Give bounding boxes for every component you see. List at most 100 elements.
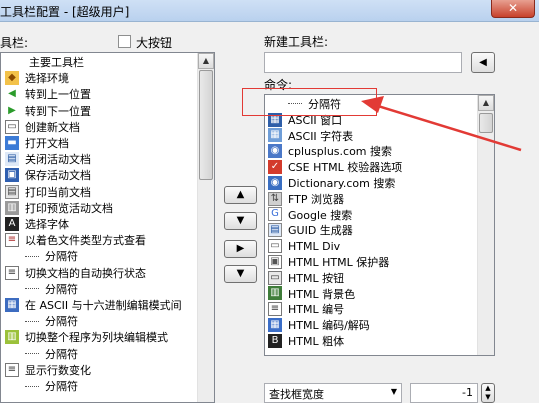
command-item-item[interactable]: ▤ GUID 生成器 [268, 222, 353, 238]
left-scroll-up-button[interactable]: ▲ [198, 53, 214, 69]
command-item-item[interactable]: ▦ ASCII 字符表 [268, 128, 353, 144]
toolbar-item-item[interactable]: ▤ 关闭活动文档 [5, 151, 91, 167]
move-down-alt-button[interactable]: ▼ [224, 265, 257, 283]
blank-icon [9, 55, 23, 69]
new-toolbar-add-button[interactable]: ◀ [471, 52, 495, 73]
google-icon: G [268, 207, 282, 222]
toolbar-item-label: 分隔符 [45, 315, 78, 329]
toolbar-item-item[interactable]: ▦ 在 ASCII 与十六进制编辑模式间 [5, 297, 182, 313]
toolbar-item-label: 选择字体 [25, 218, 69, 231]
forward-arrow-icon: ▶ [8, 104, 16, 116]
toolbar-item-label: 切换整个程序为列块编辑模式 [25, 331, 168, 345]
command-item-item[interactable]: ▭ HTML 按钮 [268, 270, 344, 286]
command-item-label: ASCII 字符表 [288, 129, 354, 143]
toolbar-item-label: 打开文档 [25, 137, 69, 150]
commands-list[interactable]: ▲ 分隔符 ▦ ASCII 窗口 ▦ ASCII 字符表 ◉ cplusplus.com 搜… [264, 94, 495, 356]
command-item-label: HTML Div [288, 239, 341, 253]
spin-value-input[interactable]: -1 [410, 383, 478, 403]
large-buttons-checkbox[interactable] [118, 35, 131, 48]
html-bgcolor-icon: ▥ [268, 286, 282, 301]
hex-mode-icon: ▦ [5, 298, 19, 312]
new-toolbar-label: 新建工具栏: [264, 35, 329, 49]
toolbar-item-label: 分隔符 [45, 380, 78, 393]
command-item-label: HTML 粗体 [288, 334, 345, 348]
command-item-label: HTML 背景色 [288, 287, 356, 301]
toolbar-item-label: 打印预览活动文档 [25, 201, 113, 215]
command-item-item[interactable]: ≡ HTML 编号 [268, 301, 344, 317]
move-down-button[interactable]: ▼ [224, 212, 257, 230]
html-protect-icon: ▣ [268, 254, 282, 269]
toolbar-item-item[interactable]: ≡ 以着色文件类型方式查看 [5, 232, 146, 248]
left-scroll-thumb[interactable] [199, 70, 213, 180]
command-item-item[interactable]: ⇅ FTP 浏览器 [268, 191, 344, 207]
command-item-item[interactable]: G Google 搜索 [268, 207, 352, 223]
command-item-item[interactable]: ▦ HTML 编码/解码 [268, 317, 370, 333]
command-item-item[interactable]: ▭ HTML Div [268, 238, 340, 254]
toolbar-item-item[interactable]: ▥ 打印预览活动文档 [5, 200, 113, 216]
close-document-icon: ▤ [5, 152, 19, 167]
save-disk-icon: ▣ [5, 168, 19, 183]
toolbar-item-label: 选择环境 [25, 72, 69, 86]
html-number-icon: ≡ [268, 302, 282, 317]
spin-buttons[interactable]: ▲ ▼ [481, 383, 495, 403]
toolbar-item-item[interactable]: A 选择字体 [5, 216, 69, 232]
toolbar-item-label: 关闭活动文档 [25, 153, 91, 167]
command-item-label: HTML 编号 [288, 303, 345, 317]
ascii-table-icon: ▦ [268, 128, 282, 143]
right-scroll-up-button[interactable]: ▲ [478, 95, 494, 111]
toolbar-items-list[interactable]: ▲ 主要工具栏 ◆ 选择环境 ◀ 转到上一位置 ▶ 转到下一位置 ▭ 创建新文档 ▬ 打开文档 ▤ 关闭… [0, 52, 215, 403]
toolbar-item-separator[interactable]: 分隔符 [25, 378, 78, 394]
toolbar-item-item[interactable]: ≡ 显示行数变化 [5, 362, 91, 378]
command-item-item[interactable]: ✓ CSE HTML 校验器选项 [268, 159, 402, 175]
toolbar-item-item[interactable]: ▣ 保存活动文档 [5, 167, 91, 183]
toolbar-item-item[interactable]: ▭ 创建新文档 [5, 119, 80, 135]
new-toolbar-input[interactable] [264, 52, 462, 73]
toolbar-item-separator[interactable]: 分隔符 [25, 313, 78, 329]
command-item-item[interactable]: B HTML 粗体 [268, 333, 344, 349]
add-command-button[interactable]: ▶ [224, 240, 257, 258]
toolbar-item-label: 切换文档的自动换行状态 [25, 266, 146, 280]
close-button[interactable]: ✕ [491, 0, 535, 18]
command-item-item[interactable]: ◉ Dictionary.com 搜索 [268, 175, 395, 191]
command-item-label: Google 搜索 [288, 208, 353, 222]
guid-icon: ▤ [268, 223, 282, 238]
separator-dash [25, 288, 39, 290]
toolbar-item-item[interactable]: ▥ 切换整个程序为列块编辑模式 [5, 329, 168, 345]
column-mode-icon: ▥ [5, 330, 19, 345]
toolbar-item-label: 保存活动文档 [25, 169, 91, 183]
large-buttons-label: 大按钮 [136, 36, 173, 50]
separator-dash [25, 385, 39, 387]
toolbar-item-item[interactable]: ◀ 转到上一位置 [5, 86, 91, 102]
separator-dash [25, 353, 39, 355]
toolbar-item-label: 打印当前文档 [25, 185, 91, 199]
search-width-select[interactable]: 查找框宽度 ▼ [264, 383, 402, 403]
toolbar-item-label: 分隔符 [45, 282, 78, 296]
font-icon: A [5, 217, 19, 231]
command-item-item[interactable]: ▥ HTML 背景色 [268, 286, 355, 302]
toolbar-item-separator[interactable]: 分隔符 [25, 248, 78, 264]
command-item-item[interactable]: ▣ HTML HTML 保护器 [268, 254, 389, 270]
toolbar-item-label: 创建新文档 [25, 120, 80, 134]
toolbar-item-item[interactable]: ▶ 转到下一位置 [5, 103, 91, 119]
command-item-label: GUID 生成器 [288, 224, 353, 238]
toolbar-item-label: 显示行数变化 [25, 363, 91, 377]
toolbar-item-item[interactable]: ▬ 打开文档 [5, 135, 69, 151]
move-up-button[interactable]: ▲ [224, 186, 257, 204]
command-item-label: Dictionary.com 搜索 [288, 176, 396, 190]
command-item-item[interactable]: ◉ cplusplus.com 搜索 [268, 143, 392, 159]
search-width-label: 查找框宽度 [269, 388, 324, 401]
right-list-scrollbar[interactable]: ▲ [477, 95, 494, 355]
dictionary-icon: ◉ [268, 175, 282, 190]
html-button-icon: ▭ [268, 270, 282, 285]
right-scroll-thumb[interactable] [479, 113, 493, 133]
toolbar-item-item[interactable]: ◆ 选择环境 [5, 70, 69, 86]
toolbar-item-separator[interactable]: 分隔符 [25, 346, 78, 362]
html-bold-icon: B [268, 333, 282, 348]
left-list-scrollbar[interactable]: ▲ [197, 53, 214, 402]
toolbar-item-separator[interactable]: 分隔符 [25, 281, 78, 297]
toolbar-item-item[interactable]: ▤ 打印当前文档 [5, 184, 91, 200]
toolbar-item-item[interactable]: 主要工具栏 [9, 54, 84, 70]
toolbar-item-item[interactable]: ≡ 切换文档的自动换行状态 [5, 265, 146, 281]
separator-dash [25, 320, 39, 322]
toolbar-item-label: 分隔符 [45, 250, 78, 264]
